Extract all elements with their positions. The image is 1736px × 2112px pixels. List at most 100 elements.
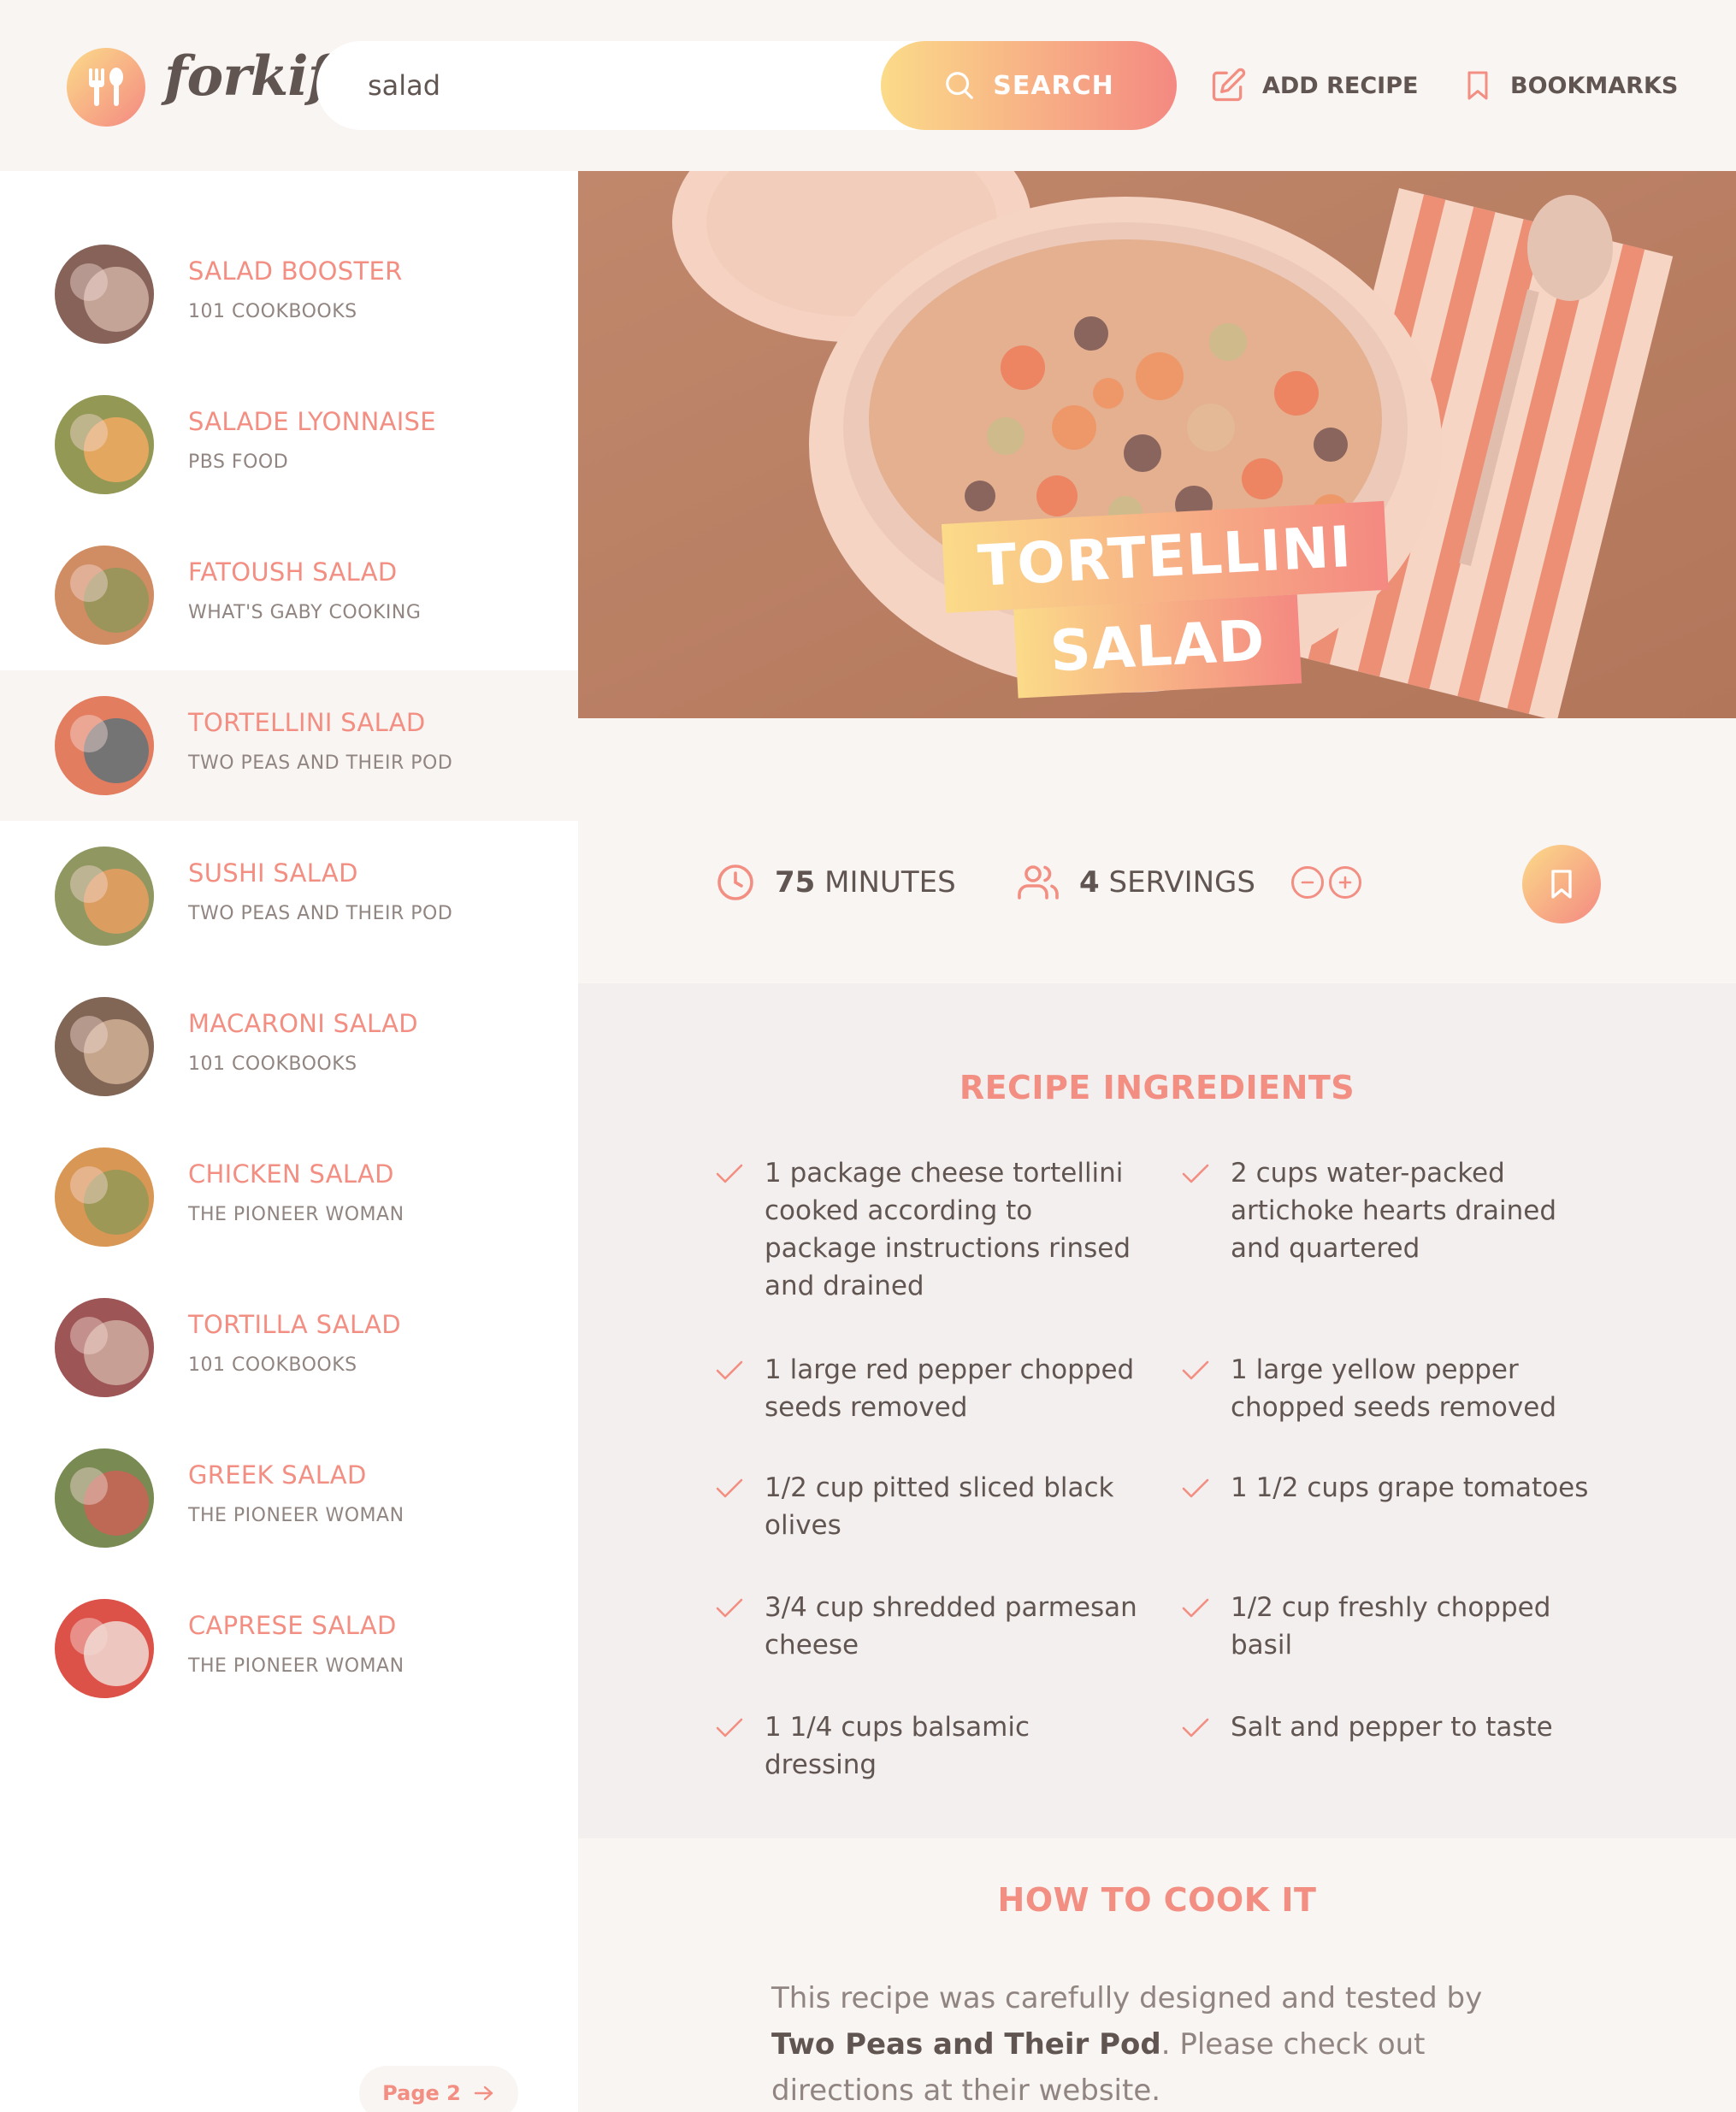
plus-circle-icon	[1338, 876, 1352, 889]
recipe-details: 75 MINUTES 4 SERVINGS	[578, 718, 1736, 983]
ingredient-quantity: 1	[765, 1354, 782, 1385]
ingredient-item: Salt and pepper to taste	[1181, 1708, 1609, 1751]
result-item[interactable]: SALAD BOOSTER 101 COOKBOOKS	[0, 219, 578, 369]
check-icon	[1181, 1154, 1210, 1267]
add-recipe-button[interactable]: ADD RECIPE	[1209, 60, 1418, 111]
directions-text: This recipe was carefully designed and t…	[771, 1975, 1541, 2112]
search-input[interactable]	[368, 41, 847, 130]
result-publisher: THE PIONEER WOMAN	[188, 1655, 404, 1677]
clock-icon	[717, 864, 753, 900]
search-button-label: SEARCH	[993, 70, 1114, 101]
result-publisher: 101 COOKBOOKS	[188, 1053, 357, 1075]
ingredient-item: 1/2 cup pitted sliced black olives	[715, 1469, 1143, 1544]
result-thumbnail	[55, 1448, 154, 1548]
result-title: SUSHI SALAD	[188, 858, 358, 888]
check-icon	[1181, 1589, 1210, 1664]
directions-heading: HOW TO COOK IT	[997, 1881, 1317, 1919]
result-item[interactable]: SUSHI SALAD TWO PEAS AND THEIR POD	[0, 821, 578, 971]
ingredient-quantity: 1 1/4	[765, 1712, 833, 1743]
ingredient-item: 1/2 cup freshly chopped basil	[1181, 1589, 1609, 1664]
servings: 4 SERVINGS	[1016, 862, 1361, 903]
ingredient-text: Salt and pepper to taste	[1231, 1708, 1553, 1751]
ingredient-text: 1 large red pepper chopped seeds removed	[765, 1351, 1143, 1426]
result-item[interactable]: MACARONI SALAD 101 COOKBOOKS	[0, 971, 578, 1122]
result-thumbnail	[55, 546, 154, 645]
search-button[interactable]: SEARCH	[881, 41, 1177, 130]
ingredient-quantity: 1	[1231, 1354, 1248, 1385]
result-item[interactable]: TORTILLA SALAD 101 COOKBOOKS	[0, 1272, 578, 1423]
result-thumbnail	[55, 1298, 154, 1397]
result-publisher: PBS FOOD	[188, 451, 289, 473]
result-publisher: THE PIONEER WOMAN	[188, 1505, 404, 1526]
ingredient-text: 3/4 cup shredded parmesan cheese	[765, 1589, 1143, 1664]
ingredient-quantity: 2	[1231, 1158, 1248, 1189]
result-title: TORTELLINI SALAD	[188, 708, 426, 737]
check-icon	[715, 1154, 744, 1305]
ingredient-text: 1/2 cup pitted sliced black olives	[765, 1469, 1143, 1544]
ingredient-quantity: 1	[765, 1158, 782, 1189]
bookmark-recipe-button[interactable]	[1522, 845, 1601, 923]
result-thumbnail	[55, 696, 154, 795]
minutes-label: MINUTES	[824, 865, 956, 900]
next-page-button[interactable]: Page 2	[359, 2066, 518, 2112]
check-icon	[715, 1469, 744, 1544]
result-title: MACARONI SALAD	[188, 1009, 418, 1038]
ingredient-item: 1 large red pepper chopped seeds removed	[715, 1351, 1143, 1426]
cooking-time: 75 MINUTES	[715, 862, 956, 903]
check-icon	[1181, 1708, 1210, 1751]
ingredient-item: 2 cups water-packed artichoke hearts dra…	[1181, 1154, 1609, 1267]
result-title: SALADE LYONNAISE	[188, 407, 436, 436]
check-icon	[715, 1589, 744, 1664]
ingredient-item: 1 1/4 cups balsamic dressing	[715, 1708, 1143, 1784]
bookmark-icon	[1467, 71, 1488, 100]
directions-text-1: This recipe was carefully designed and t…	[771, 1981, 1483, 2015]
result-item[interactable]: TORTELLINI SALAD TWO PEAS AND THEIR POD	[0, 670, 578, 821]
recipe-view: TORTELLINI SALAD 75 MINUTES 4 SERVINGS R…	[578, 171, 1736, 2112]
ingredient-description: package cheese tortellini cooked accordi…	[765, 1158, 1131, 1301]
ingredient-quantity: 3/4	[765, 1592, 807, 1623]
ingredients-heading: RECIPE INGREDIENTS	[959, 1069, 1355, 1106]
ingredient-text: 1 large yellow pepper chopped seeds remo…	[1231, 1351, 1609, 1426]
increase-servings-button[interactable]	[1328, 866, 1361, 899]
add-recipe-label: ADD RECIPE	[1262, 72, 1419, 99]
ingredient-item: 1 package cheese tortellini cooked accor…	[715, 1154, 1143, 1305]
ingredient-text: 2 cups water-packed artichoke hearts dra…	[1231, 1154, 1609, 1267]
result-publisher: TWO PEAS AND THEIR POD	[188, 752, 453, 774]
directions-publisher: Two Peas and Their Pod	[771, 2027, 1161, 2062]
logo[interactable]	[67, 48, 145, 127]
ingredient-quantity: 1 1/2	[1231, 1472, 1299, 1503]
result-thumbnail	[55, 1599, 154, 1698]
result-thumbnail	[55, 997, 154, 1096]
ingredient-description: cups grape tomatoes	[1307, 1472, 1589, 1503]
check-icon	[1181, 1469, 1210, 1512]
result-item[interactable]: CHICKEN SALAD THE PIONEER WOMAN	[0, 1122, 578, 1272]
result-item[interactable]: CAPRESE SALAD THE PIONEER WOMAN	[0, 1573, 578, 1724]
bookmarks-button[interactable]: BOOKMARKS	[1461, 60, 1678, 111]
ingredient-text: 1 1/2 cups grape tomatoes	[1231, 1469, 1588, 1512]
ingredient-text: 1 package cheese tortellini cooked accor…	[765, 1154, 1143, 1305]
result-thumbnail	[55, 395, 154, 494]
servings-value: 4	[1079, 865, 1100, 900]
ingredient-item: 1 1/2 cups grape tomatoes	[1181, 1469, 1609, 1512]
result-item[interactable]: FATOUSH SALAD WHAT'S GABY COOKING	[0, 520, 578, 670]
result-title: CHICKEN SALAD	[188, 1159, 394, 1189]
result-item[interactable]: GREEK SALAD THE PIONEER WOMAN	[0, 1423, 578, 1573]
servings-controls	[1290, 866, 1361, 899]
ingredient-quantity: 1/2	[765, 1472, 807, 1503]
ingredient-item: 3/4 cup shredded parmesan cheese	[715, 1589, 1143, 1664]
result-item[interactable]: SALADE LYONNAISE PBS FOOD	[0, 369, 578, 520]
servings-label: SERVINGS	[1108, 865, 1255, 900]
result-thumbnail	[55, 847, 154, 946]
result-title: GREEK SALAD	[188, 1460, 367, 1490]
check-icon	[715, 1351, 744, 1426]
fork-spoon-icon	[89, 68, 123, 106]
result-publisher: 101 COOKBOOKS	[188, 1354, 357, 1376]
ingredient-description: cup freshly chopped basil	[1231, 1592, 1551, 1661]
decrease-servings-button[interactable]	[1290, 866, 1324, 899]
arrow-right-icon	[474, 2085, 493, 2101]
recipe-title-line-2: SALAD	[1013, 594, 1302, 699]
ingredient-description: cup pitted sliced black olives	[765, 1472, 1114, 1541]
ingredient-description: large yellow pepper chopped seeds remove…	[1231, 1354, 1556, 1423]
recipe-directions: HOW TO COOK IT This recipe was carefully…	[578, 1838, 1736, 2112]
result-title: FATOUSH SALAD	[188, 557, 398, 587]
